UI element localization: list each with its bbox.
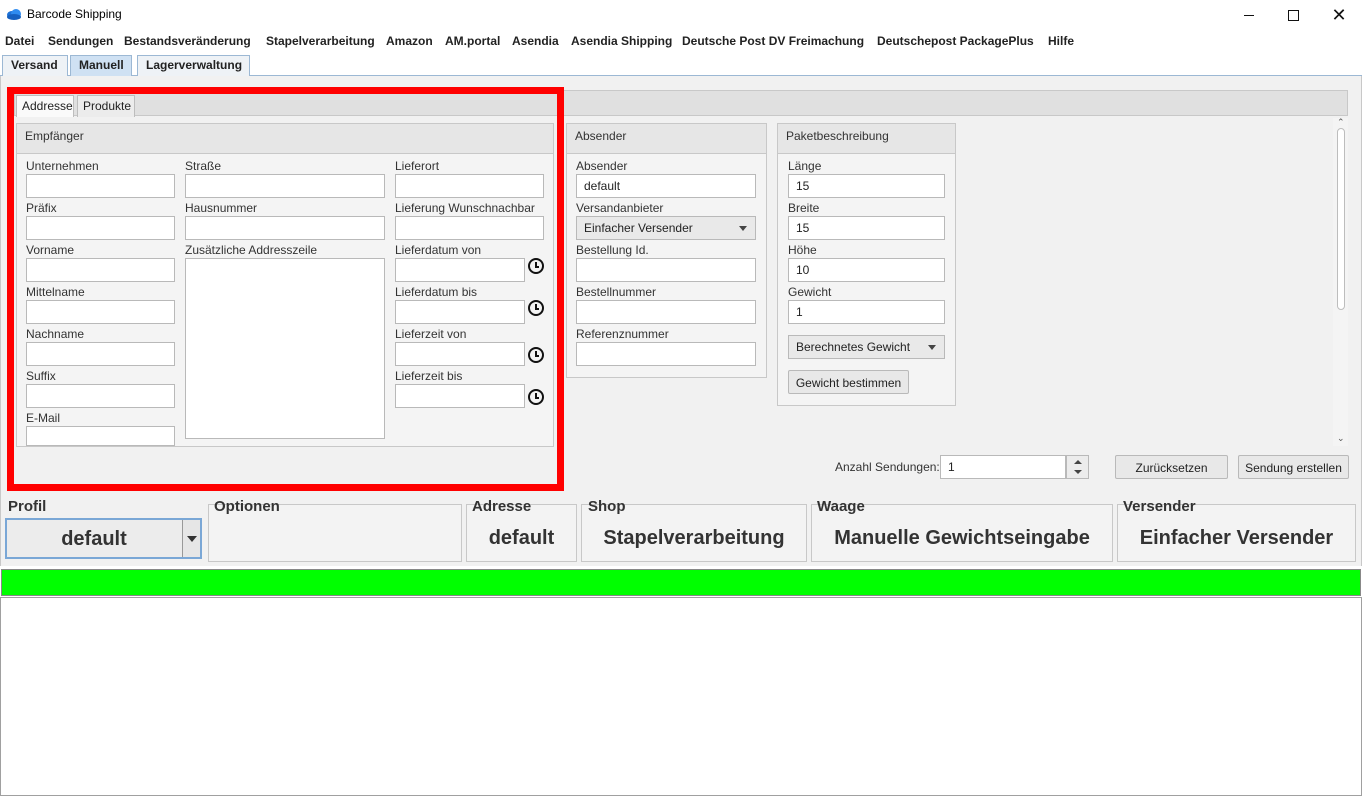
absender-input[interactable]: default <box>576 174 756 198</box>
minimize-button[interactable] <box>1226 0 1272 30</box>
menu-deutsche-post-dv[interactable]: Deutsche Post DV Freimachung <box>682 34 864 48</box>
highlight-frame <box>7 87 564 491</box>
maximize-icon <box>1287 9 1299 21</box>
absender-title: Absender <box>567 124 766 154</box>
scroll-thumb[interactable] <box>1337 128 1345 310</box>
stepper-up-icon[interactable] <box>1074 460 1082 464</box>
anzahl-sendungen-input[interactable]: 1 <box>940 455 1066 479</box>
versender-title: Versender <box>1123 498 1196 515</box>
chevron-down-icon <box>928 345 936 350</box>
menu-bestandsveraenderung[interactable]: Bestandsveränderung <box>124 34 251 48</box>
gewicht-bestimmen-button[interactable]: Gewicht bestimmen <box>788 370 909 394</box>
menu-asendia-shipping[interactable]: Asendia Shipping <box>571 34 672 48</box>
bestellnummer-input[interactable] <box>576 300 756 324</box>
menu-sendungen[interactable]: Sendungen <box>48 34 113 48</box>
close-button[interactable]: ✕ <box>1316 0 1362 30</box>
scroll-up-icon[interactable]: ⌃ <box>1337 117 1345 128</box>
tab-versand[interactable]: Versand <box>2 55 68 76</box>
profil-select[interactable]: default <box>5 518 202 559</box>
referenznummer-input[interactable] <box>576 342 756 366</box>
gewicht-input[interactable]: 1 <box>788 300 945 324</box>
versandanbieter-select[interactable]: Einfacher Versender <box>576 216 756 240</box>
maximize-button[interactable] <box>1270 0 1316 30</box>
window-title: Barcode Shipping <box>27 7 122 21</box>
menu-am-portal[interactable]: AM.portal <box>445 34 500 48</box>
menu-hilfe[interactable]: Hilfe <box>1048 34 1074 48</box>
gewicht-mode-value: Berechnetes Gewicht <box>796 340 911 354</box>
paket-title: Paketbeschreibung <box>778 124 955 154</box>
shop-title: Shop <box>588 498 626 515</box>
cloud-icon <box>7 9 21 20</box>
zuruecksetzen-button[interactable]: Zurücksetzen <box>1115 455 1228 479</box>
tab-lagerverwaltung[interactable]: Lagerverwaltung <box>137 55 250 76</box>
label-absender: Absender <box>576 159 628 173</box>
label-referenznummer: Referenznummer <box>576 327 669 341</box>
label-laenge: Länge <box>788 159 822 173</box>
label-anzahl-sendungen: Anzahl Sendungen: <box>835 460 940 474</box>
bestellung-id-input[interactable] <box>576 258 756 282</box>
anzahl-stepper[interactable] <box>1066 455 1089 479</box>
menu-datei[interactable]: Datei <box>5 34 34 48</box>
shop-value: Stapelverarbeitung <box>603 527 785 549</box>
versender-value: Einfacher Versender <box>1139 527 1334 549</box>
label-hoehe: Höhe <box>788 243 817 257</box>
label-gewicht: Gewicht <box>788 285 832 299</box>
label-bestellung-id: Bestellung Id. <box>576 243 649 257</box>
label-versandanbieter: Versandanbieter <box>576 201 664 215</box>
versandanbieter-value: Einfacher Versender <box>584 221 693 235</box>
waage-value: Manuelle Gewichtseingabe <box>834 527 1090 549</box>
gewicht-mode-select[interactable]: Berechnetes Gewicht <box>788 335 945 359</box>
menu-amazon[interactable]: Amazon <box>386 34 433 48</box>
menu-stapelverarbeitung[interactable]: Stapelverarbeitung <box>266 34 375 48</box>
tab-manuell[interactable]: Manuell <box>70 55 132 76</box>
menu-deutschepost-packageplus[interactable]: Deutschepost PackagePlus <box>877 34 1034 48</box>
breite-input[interactable]: 15 <box>788 216 945 240</box>
stepper-down-icon[interactable] <box>1074 470 1082 474</box>
minimize-icon <box>1244 14 1254 16</box>
adresse-value: default <box>488 527 555 549</box>
adresse-title: Adresse <box>472 498 532 515</box>
chevron-down-icon <box>187 536 197 542</box>
log-area[interactable] <box>0 597 1362 796</box>
sendung-erstellen-button[interactable]: Sendung erstellen <box>1238 455 1349 479</box>
scroll-down-icon[interactable]: ⌄ <box>1337 433 1345 444</box>
optionen-title: Optionen <box>214 498 280 515</box>
title-bar <box>0 0 1362 30</box>
waage-title: Waage <box>817 498 865 515</box>
profil-value: default <box>61 528 127 550</box>
laenge-input[interactable]: 15 <box>788 174 945 198</box>
close-icon: ✕ <box>1331 5 1347 25</box>
menu-asendia[interactable]: Asendia <box>512 34 559 48</box>
status-bar <box>1 569 1361 596</box>
profil-dropdown-button[interactable] <box>182 520 200 557</box>
label-breite: Breite <box>788 201 820 215</box>
label-bestellnummer: Bestellnummer <box>576 285 657 299</box>
hoehe-input[interactable]: 10 <box>788 258 945 282</box>
profil-title: Profil <box>8 498 47 515</box>
chevron-down-icon <box>739 226 747 231</box>
